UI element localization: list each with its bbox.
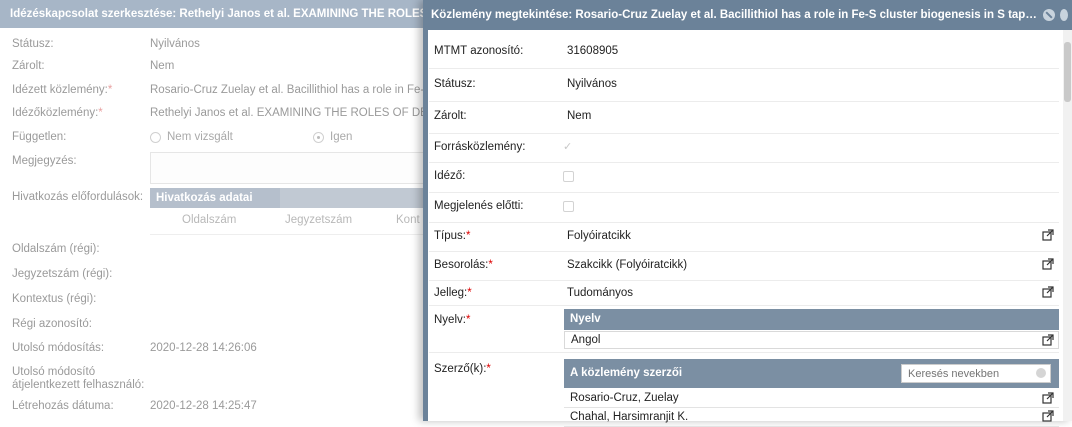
divider — [429, 68, 1059, 69]
bg-value-status: Nyilvános — [150, 38, 200, 50]
radio-circle-selected[interactable] — [313, 131, 324, 143]
ref-table-header: Hivatkozás adatai — [150, 188, 430, 208]
vertical-scrollbar[interactable] — [1063, 30, 1072, 421]
radio-yes[interactable]: Igen — [313, 131, 352, 143]
bg-label-locked: Zárolt: — [12, 60, 45, 72]
divider — [429, 280, 1059, 281]
divider — [429, 192, 1059, 193]
bg-value-created: 2020-12-28 14:25:47 — [150, 400, 257, 412]
divider — [429, 305, 1059, 306]
language-value: Angol — [571, 334, 601, 346]
external-link-icon[interactable] — [1042, 410, 1054, 422]
external-link-icon[interactable] — [1042, 286, 1054, 298]
bg-label-status: Státusz: — [12, 38, 54, 50]
value-type: Folyóiratcikk — [567, 230, 631, 242]
label-classification: Besorolás:* — [434, 259, 493, 271]
radio-circle[interactable] — [150, 131, 161, 143]
divider — [429, 352, 1059, 353]
note-textarea[interactable] — [150, 152, 432, 184]
bg-label-citing: Idézőközlemény:* — [12, 107, 103, 119]
external-link-icon[interactable] — [1042, 334, 1054, 346]
label-pre-publication: Megjelenés előtti: — [434, 200, 524, 212]
label-language: Nyelv:* — [434, 314, 471, 326]
author-search-input[interactable] — [901, 364, 1051, 383]
background-dialog-title: Idézéskapcsolat szerkesztése: Rethelyi J… — [0, 0, 440, 28]
dialog-title-bar: Közlemény megtekintése: Rosario-Cruz Zue… — [423, 0, 1072, 30]
authors-table-title: A közlemény szerzői — [570, 367, 683, 379]
bg-label-note: Megjegyzés: — [12, 155, 77, 167]
checkmark-icon: ✓ — [563, 141, 573, 153]
dialog-title: Közlemény megtekintése: Rosario-Cruz Zue… — [431, 9, 1041, 21]
bg-value-locked: Nem — [150, 60, 175, 72]
divider — [429, 222, 1059, 223]
bg-label-cited: Idézett közlemény:* — [12, 84, 113, 96]
label-authors: Szerző(k):* — [434, 363, 491, 375]
external-link-icon[interactable] — [1042, 229, 1054, 241]
bg-label-last-modified: Utolsó módosítás: — [12, 342, 105, 354]
author-name: Chahal, Harsimranjit K. — [570, 411, 689, 423]
external-link-icon[interactable] — [1042, 392, 1054, 404]
label-mtmt-id: MTMT azonosító: — [434, 45, 524, 57]
label-source-publication: Forrásközlemény: — [434, 141, 526, 153]
publication-view-dialog: Közlemény megtekintése: Rosario-Cruz Zue… — [423, 0, 1072, 427]
citing-checkbox[interactable] — [563, 171, 574, 182]
pre-publication-checkbox[interactable] — [563, 201, 574, 212]
divider — [429, 101, 1059, 102]
bg-label-independent: Független: — [12, 131, 67, 143]
value-mtmt-id: 31608905 — [567, 45, 619, 57]
bg-label-switched-user: átjelentkezett felhasználó: — [12, 379, 145, 391]
value-status: Nyilvános — [567, 78, 617, 90]
bg-label-page-old: Oldalszám (régi): — [12, 243, 100, 255]
bg-label-created: Létrehozás dátuma: — [12, 400, 114, 412]
ref-table-columns: Oldalszám Jegyzetszám Kont — [150, 208, 430, 235]
divider — [429, 251, 1059, 252]
bg-value-citing[interactable]: Rethelyi Janos et al. EXAMINING THE ROLE… — [150, 107, 425, 119]
value-classification: Szakcikk (Folyóiratcikk) — [567, 259, 688, 271]
ref-table-title: Hivatkozás adatai — [150, 188, 280, 208]
bg-label-context-old: Kontextus (régi): — [12, 293, 97, 305]
close-icon[interactable] — [1043, 9, 1055, 21]
left-accent-strip — [423, 30, 428, 421]
label-locked: Zárolt: — [434, 110, 467, 122]
label-citing: Idéző: — [434, 170, 466, 182]
bg-value-last-modified: 2020-12-28 14:26:06 — [150, 342, 257, 354]
label-character: Jelleg:* — [434, 287, 472, 299]
bg-label-last-modifier: Utolsó módosító — [12, 366, 96, 378]
clear-search-icon[interactable] — [1036, 368, 1046, 378]
bg-label-occurrences: Hivatkozás előfordulások: — [12, 191, 144, 203]
secondary-close-icon[interactable] — [1060, 9, 1068, 21]
bg-value-cited[interactable]: Rosario-Cruz Zuelay et al. Bacillithiol … — [150, 84, 425, 96]
author-row[interactable]: Rosario-Cruz, Zuelay — [564, 389, 1059, 408]
label-type: Típus:* — [434, 230, 471, 242]
author-row[interactable]: Chahal, Harsimranjit K. — [564, 408, 1059, 427]
external-link-icon[interactable] — [1042, 258, 1054, 270]
language-table-header: Nyelv — [564, 309, 1059, 330]
bg-label-old-id: Régi azonosító: — [12, 318, 92, 330]
author-name: Rosario-Cruz, Zuelay — [570, 392, 679, 404]
divider — [429, 133, 1059, 134]
radio-not-checked[interactable]: Nem vizsgált — [150, 131, 233, 143]
language-row[interactable]: Angol — [564, 331, 1059, 349]
ref-col-page[interactable]: Oldalszám — [182, 214, 236, 226]
authors-table-header: A közlemény szerzői — [564, 359, 1059, 388]
divider — [429, 162, 1059, 163]
value-character: Tudományos — [567, 287, 634, 299]
label-status: Státusz: — [434, 78, 476, 90]
ref-col-context[interactable]: Kont — [396, 214, 420, 226]
bg-label-note-old: Jegyzetszám (régi): — [12, 268, 113, 280]
scrollbar-thumb[interactable] — [1064, 42, 1071, 102]
value-locked: Nem — [567, 110, 592, 122]
ref-col-note[interactable]: Jegyzetszám — [285, 214, 352, 226]
